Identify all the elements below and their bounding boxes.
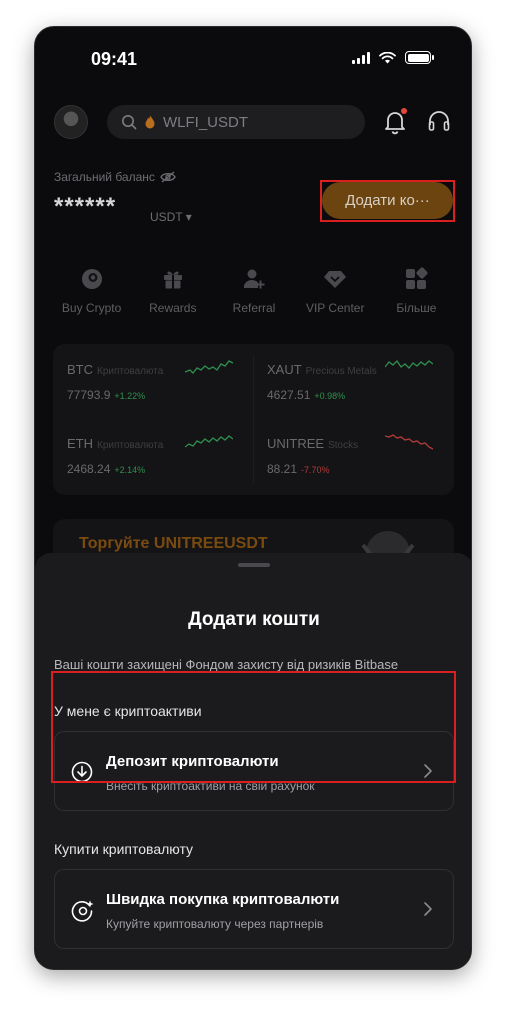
- ticker-category: Precious Metals: [305, 366, 377, 377]
- balance-label: Загальний баланс: [54, 170, 176, 184]
- headset-support-icon[interactable]: [427, 109, 451, 133]
- quick-buy-icon: [71, 900, 94, 922]
- chevron-right-icon: [424, 902, 432, 916]
- balance-currency: USDT: [150, 210, 183, 224]
- market-overview-card: BTC Криптовалюта 77793.9 +1.22% XAUT Precio…: [53, 344, 454, 495]
- sheet-title: Додати кошти: [188, 609, 320, 630]
- gift-icon: [163, 271, 182, 289]
- avatar[interactable]: [54, 105, 88, 139]
- status-bar: 09:41: [35, 27, 471, 89]
- ticker-name: BTC: [67, 362, 93, 377]
- balance-currency-select[interactable]: USDT ▾: [150, 210, 192, 224]
- promo-banner-text: Торгуйте UNITREEUSDT: [79, 535, 268, 552]
- action-more[interactable]: Більше: [376, 267, 457, 315]
- sheet-drag-handle[interactable]: [238, 563, 270, 567]
- ticker-category: Stocks: [328, 440, 359, 451]
- market-item-btc[interactable]: BTC Криптовалюта 77793.9 +1.22%: [53, 344, 243, 418]
- eye-hidden-icon[interactable]: [160, 171, 176, 183]
- status-time: 09:41: [91, 49, 138, 69]
- search-icon: [122, 115, 137, 130]
- notification-badge: [401, 108, 407, 114]
- caret-down-icon: ▾: [185, 210, 192, 224]
- diamond-icon: [324, 271, 347, 288]
- action-rewards[interactable]: Rewards: [132, 267, 213, 315]
- option-title: Швидка покупка криптовалюти: [106, 891, 340, 908]
- ticker-category: Криптовалюта: [97, 440, 164, 451]
- market-item-unitree[interactable]: UNITREE Stocks 88.21 -7.70%: [253, 418, 443, 492]
- ticker-change: +1.22%: [114, 391, 146, 401]
- battery-icon: [405, 51, 434, 64]
- search-bar[interactable]: WLFI_USDT: [107, 105, 365, 139]
- highlight-box-add-funds: [320, 180, 455, 222]
- balance-value: ******: [54, 193, 117, 220]
- section-buy-crypto: Купити криптовалюту: [54, 841, 194, 857]
- action-label: Більше: [396, 301, 437, 315]
- ticker-change: +2.14%: [114, 465, 146, 475]
- sparkline-up: [185, 360, 233, 374]
- action-label: Referral: [232, 301, 276, 315]
- grid-more-icon: [406, 267, 428, 289]
- sparkline-up: [385, 359, 433, 369]
- protection-note: Ваші кошти захищені Фондом захисту від р…: [54, 657, 399, 672]
- cellular-signal-icon: [352, 51, 370, 64]
- balance-label-text: Загальний баланс: [54, 170, 155, 184]
- ticker-category: Криптовалюта: [97, 366, 164, 377]
- ticker-price: 88.21: [267, 462, 298, 476]
- action-label: Buy Crypto: [61, 301, 122, 315]
- market-item-eth[interactable]: ETH Криптовалюта 2468.24 +2.14%: [53, 418, 243, 492]
- ticker-change: +0.98%: [314, 391, 346, 401]
- quick-buy-option[interactable]: Швидка покупка криптовалюти Купуйте крип…: [54, 869, 454, 949]
- market-item-xaut[interactable]: XAUT Precious Metals 4627.51 +0.98%: [253, 344, 443, 418]
- option-subtitle: Купуйте криптовалюту через партнерів: [106, 917, 324, 931]
- ticker-price: 2468.24: [67, 462, 111, 476]
- phone-screen: 09:41 WLFI_USDT Загальний баланс ****** …: [34, 26, 472, 970]
- ticker-name: XAUT: [267, 362, 302, 377]
- sparkline-up: [185, 435, 233, 448]
- ticker-price: 77793.9: [67, 388, 111, 402]
- ticker-name: UNITREE: [267, 436, 325, 451]
- ticker-change: -7.70%: [301, 465, 330, 475]
- quick-actions: Buy Crypto Rewards Referral VIP Center Б…: [51, 267, 457, 315]
- buy-crypto-icon: [81, 269, 102, 289]
- action-buy-crypto[interactable]: Buy Crypto: [51, 267, 132, 315]
- action-vip-center[interactable]: VIP Center: [295, 267, 376, 315]
- flame-icon: [145, 115, 155, 129]
- search-text: WLFI_USDT: [163, 113, 249, 131]
- action-label: Rewards: [149, 301, 197, 315]
- ticker-name: ETH: [67, 436, 93, 451]
- status-icons: [352, 51, 434, 64]
- ticker-price: 4627.51: [267, 388, 311, 402]
- action-referral[interactable]: Referral: [213, 267, 294, 315]
- wifi-icon: [379, 51, 396, 63]
- add-user-icon: [243, 269, 265, 289]
- action-label: VIP Center: [305, 301, 365, 315]
- sparkline-down: [385, 434, 433, 450]
- highlight-box-deposit: [51, 671, 456, 783]
